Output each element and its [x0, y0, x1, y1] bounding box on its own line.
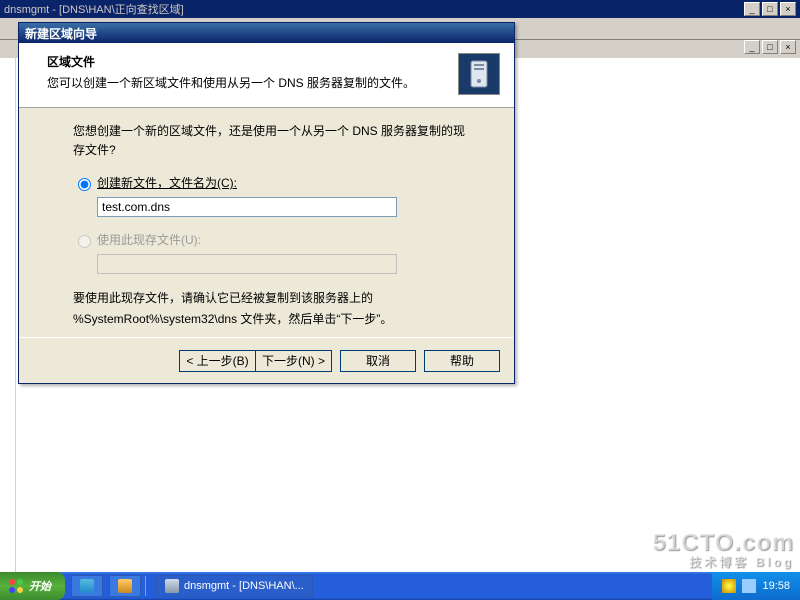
app-titlebar: dnsmgmt - [DNS\HAN\正向查找区域] _ □ × — [0, 0, 800, 18]
taskbar-item-ie[interactable] — [71, 575, 103, 597]
window-buttons: _ □ × — [744, 2, 796, 16]
minimize-button[interactable]: _ — [744, 2, 760, 16]
existing-filename-input — [97, 254, 397, 274]
radio-create-new[interactable]: 创建新文件，文件名为(C): — [73, 174, 474, 191]
taskbar-dns-label: dnsmgmt - [DNS\HAN\... — [184, 580, 304, 592]
taskbar-separator — [145, 576, 146, 596]
server-icon — [458, 53, 500, 95]
shield-icon — [722, 579, 736, 593]
next-button[interactable]: 下一步(N) > — [255, 350, 332, 372]
windows-flag-icon — [8, 578, 24, 594]
maximize-button[interactable]: □ — [762, 2, 778, 16]
wizard-body: 您想创建一个新的区域文件，还是使用一个从另一个 DNS 服务器复制的现存文件? … — [19, 108, 514, 337]
back-button[interactable]: < 上一步(B) — [179, 350, 255, 372]
close-button[interactable]: × — [780, 2, 796, 16]
app-title: dnsmgmt - [DNS\HAN\正向查找区域] — [4, 1, 744, 17]
system-tray[interactable]: 19:58 — [712, 572, 800, 600]
cancel-button[interactable]: 取消 — [340, 350, 416, 372]
folder-icon — [118, 579, 132, 593]
note-line1: 要使用此现存文件，请确认它已经被复制到该服务器上的 — [73, 288, 474, 308]
help-button[interactable]: 帮助 — [424, 350, 500, 372]
wizard-dialog: 新建区域向导 区域文件 您可以创建一个新区域文件和使用从另一个 DNS 服务器复… — [18, 22, 515, 384]
radio-existing-input[interactable] — [78, 235, 91, 248]
mdi-close-button[interactable]: × — [780, 40, 796, 54]
mdi-minimize-button[interactable]: _ — [744, 40, 760, 54]
wizard-buttons: < 上一步(B) 下一步(N) > 取消 帮助 — [19, 337, 514, 383]
radio-existing-label: 使用此现存文件(U): — [97, 231, 201, 248]
wizard-header-subtitle: 您可以创建一个新区域文件和使用从另一个 DNS 服务器复制的文件。 — [47, 74, 448, 91]
filename-input[interactable] — [97, 197, 397, 217]
start-label: 开始 — [29, 578, 51, 594]
taskbar-item-dnsmgmt[interactable]: dnsmgmt - [DNS\HAN\... — [156, 575, 313, 597]
start-button[interactable]: 开始 — [0, 572, 65, 600]
radio-create-label: 创建新文件，文件名为(C): — [97, 174, 237, 191]
wizard-title: 新建区域向导 — [19, 23, 514, 43]
taskbar: 开始 dnsmgmt - [DNS\HAN\... 19:58 — [0, 572, 800, 600]
wizard-header-title: 区域文件 — [47, 53, 448, 70]
taskbar-item-explorer[interactable] — [109, 575, 141, 597]
mmc-icon — [165, 579, 179, 593]
tree-pane[interactable] — [0, 58, 16, 572]
mdi-maximize-button[interactable]: □ — [762, 40, 778, 54]
note-line2: %SystemRoot%\system32\dns 文件夹，然后单击“下一步”。 — [73, 309, 474, 329]
wizard-note: 要使用此现存文件，请确认它已经被复制到该服务器上的 %SystemRoot%\s… — [73, 288, 474, 329]
clock: 19:58 — [762, 580, 790, 592]
ie-icon — [80, 579, 94, 593]
wizard-prompt: 您想创建一个新的区域文件，还是使用一个从另一个 DNS 服务器复制的现存文件? — [73, 122, 474, 160]
wizard-header: 区域文件 您可以创建一个新区域文件和使用从另一个 DNS 服务器复制的文件。 — [19, 43, 514, 108]
radio-use-existing[interactable]: 使用此现存文件(U): — [73, 231, 474, 248]
radio-create-new-input[interactable] — [78, 178, 91, 191]
tray-icon — [742, 579, 756, 593]
